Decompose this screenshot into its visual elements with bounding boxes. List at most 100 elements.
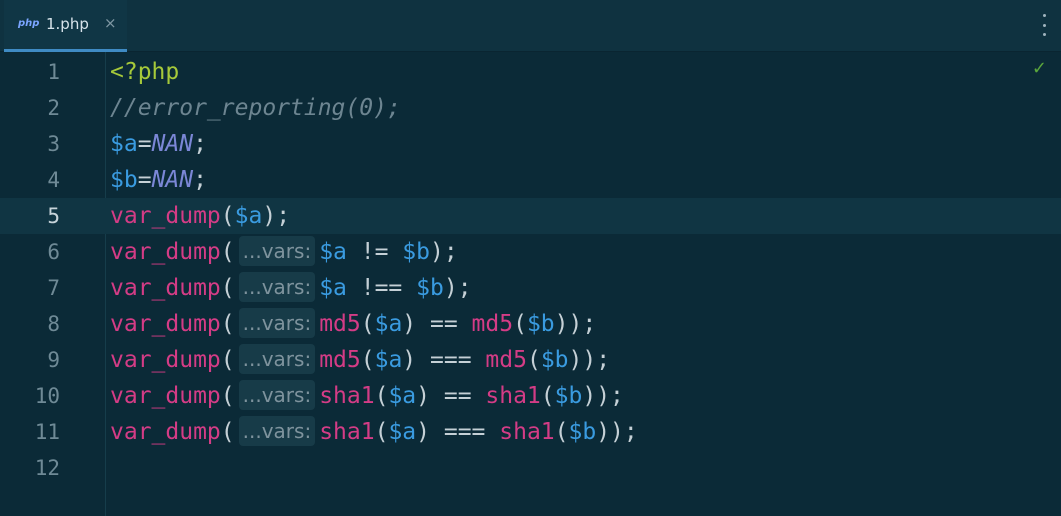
code-line-7[interactable]: 7 var_dump(...vars: $a !== $b); bbox=[0, 270, 1061, 306]
variable: $b bbox=[526, 311, 555, 337]
punctuation: ( bbox=[374, 419, 389, 445]
variable: $b bbox=[402, 239, 430, 265]
line-number: 9 bbox=[47, 348, 60, 372]
function-name: sha1 bbox=[319, 419, 375, 445]
editor-tab-bar: php 1.php × bbox=[0, 0, 1061, 52]
punctuation: ( bbox=[220, 383, 235, 409]
code-line-9[interactable]: 9 var_dump(...vars: md5($a) === md5($b)); bbox=[0, 342, 1061, 378]
punctuation: ( bbox=[220, 203, 235, 229]
operator: === bbox=[416, 347, 486, 373]
variable: $a bbox=[234, 203, 263, 229]
function-name: var_dump bbox=[110, 275, 221, 301]
variable: $a bbox=[374, 311, 403, 337]
function-name: md5 bbox=[485, 347, 527, 373]
variable: $a bbox=[388, 383, 417, 409]
variable: $a bbox=[319, 275, 347, 301]
variable: $a bbox=[319, 239, 347, 265]
function-name: sha1 bbox=[499, 419, 555, 445]
tab-1-php[interactable]: php 1.php × bbox=[4, 0, 127, 52]
punctuation: ( bbox=[513, 311, 527, 337]
parameter-hint: ...vars: bbox=[238, 308, 316, 338]
operator: === bbox=[430, 419, 500, 445]
punctuation: )); bbox=[596, 419, 638, 445]
operator: != bbox=[346, 239, 403, 265]
line-number: 6 bbox=[47, 240, 60, 264]
function-name: var_dump bbox=[110, 383, 221, 409]
function-name: md5 bbox=[319, 347, 361, 373]
code-line-5[interactable]: 5 var_dump($a); bbox=[0, 198, 1061, 234]
punctuation: ( bbox=[220, 419, 235, 445]
line-number: 11 bbox=[34, 420, 60, 444]
code-line-8[interactable]: 8 var_dump(...vars: md5($a) == md5($b)); bbox=[0, 306, 1061, 342]
operator: == bbox=[416, 311, 472, 337]
code-line-4[interactable]: 4 $b=NAN; bbox=[0, 162, 1061, 198]
line-number: 12 bbox=[34, 456, 60, 480]
variable: $a bbox=[374, 347, 403, 373]
code-editor[interactable]: ✓ 1 <?php 2 //error_reporting(0); 3 $a=N… bbox=[0, 52, 1061, 516]
function-name: sha1 bbox=[319, 383, 375, 409]
code-line-3[interactable]: 3 $a=NAN; bbox=[0, 126, 1061, 162]
php-open-tag: <?php bbox=[110, 59, 180, 85]
punctuation: ( bbox=[526, 347, 541, 373]
punctuation: ) bbox=[402, 311, 417, 337]
parameter-hint: ...vars: bbox=[238, 236, 316, 266]
line-number: 5 bbox=[47, 204, 60, 228]
punctuation: ) bbox=[402, 347, 417, 373]
parameter-hint: ...vars: bbox=[238, 416, 316, 446]
line-number: 2 bbox=[47, 96, 60, 120]
code-line-1[interactable]: 1 <?php bbox=[0, 54, 1061, 90]
parameter-hint: ...vars: bbox=[238, 344, 316, 374]
php-file-icon: php bbox=[18, 18, 40, 29]
tab-label: 1.php bbox=[46, 15, 89, 33]
punctuation: ); bbox=[429, 239, 458, 265]
punctuation: ( bbox=[220, 275, 235, 301]
line-number: 7 bbox=[47, 276, 60, 300]
punctuation: ( bbox=[360, 311, 375, 337]
code-line-2[interactable]: 2 //error_reporting(0); bbox=[0, 90, 1061, 126]
comment: //error_reporting(0); bbox=[110, 95, 401, 121]
variable: $b bbox=[554, 383, 583, 409]
operator: == bbox=[430, 383, 486, 409]
punctuation: ; bbox=[193, 131, 207, 157]
punctuation: ( bbox=[220, 239, 235, 265]
variable: $b bbox=[568, 419, 597, 445]
function-name: var_dump bbox=[110, 239, 221, 265]
code-line-10[interactable]: 10 var_dump(...vars: sha1($a) == sha1($b)… bbox=[0, 378, 1061, 414]
punctuation: ( bbox=[374, 383, 389, 409]
parameter-hint: ...vars: bbox=[238, 272, 316, 302]
variable: $a bbox=[110, 131, 138, 157]
line-number: 10 bbox=[34, 384, 60, 408]
line-number: 3 bbox=[47, 132, 60, 156]
function-name: var_dump bbox=[110, 203, 221, 229]
punctuation: ); bbox=[443, 275, 472, 301]
punctuation: )); bbox=[568, 347, 611, 373]
code-line-12[interactable]: 12 bbox=[0, 450, 1061, 486]
function-name: md5 bbox=[471, 311, 514, 337]
constant: NAN bbox=[151, 131, 194, 157]
line-number: 4 bbox=[47, 168, 60, 192]
function-name: md5 bbox=[319, 311, 361, 337]
punctuation: ( bbox=[220, 347, 235, 373]
code-line-6[interactable]: 6 var_dump(...vars: $a != $b); bbox=[0, 234, 1061, 270]
punctuation: ; bbox=[193, 167, 207, 193]
punctuation: ); bbox=[262, 203, 291, 229]
punctuation: ( bbox=[554, 419, 569, 445]
punctuation: )); bbox=[582, 383, 624, 409]
operator: !== bbox=[346, 275, 417, 301]
punctuation: ( bbox=[540, 383, 555, 409]
function-name: sha1 bbox=[485, 383, 541, 409]
variable: $a bbox=[388, 419, 417, 445]
function-name: var_dump bbox=[110, 347, 221, 373]
line-number: 1 bbox=[47, 60, 60, 84]
variable: $b bbox=[540, 347, 569, 373]
function-name: var_dump bbox=[110, 311, 221, 337]
constant: NAN bbox=[151, 167, 194, 193]
punctuation: )); bbox=[554, 311, 597, 337]
close-icon[interactable]: × bbox=[104, 14, 117, 32]
code-line-11[interactable]: 11 var_dump(...vars: sha1($a) === sha1($b… bbox=[0, 414, 1061, 450]
punctuation: ) bbox=[416, 383, 430, 409]
operator: = bbox=[137, 131, 152, 157]
operator: = bbox=[137, 167, 152, 193]
more-options-icon[interactable] bbox=[1041, 14, 1047, 36]
variable: $b bbox=[110, 167, 138, 193]
